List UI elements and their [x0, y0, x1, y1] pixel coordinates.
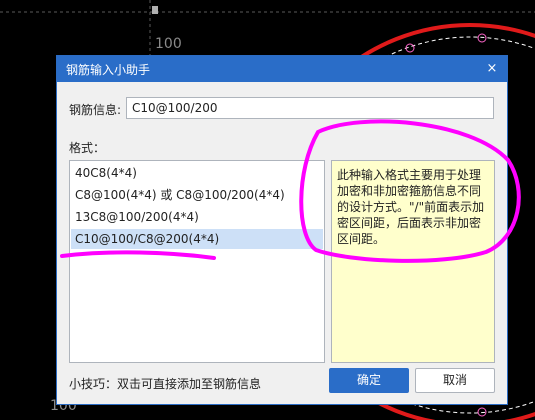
format-list[interactable]: 40C8(4*4) C8@100(4*4) 或 C8@100/200(4*4) …	[69, 160, 325, 363]
cad-dimension-label: 100	[155, 36, 182, 52]
rebar-info-label: 钢筋信息:	[69, 103, 122, 117]
format-list-item[interactable]: C8@100(4*4) 或 C8@100/200(4*4)	[71, 185, 323, 205]
dialog-title: 钢筋输入小助手	[66, 63, 151, 77]
rebar-input-dialog: 钢筋输入小助手 × 钢筋信息: C10@100/200 格式： 40C8(4*4…	[56, 55, 508, 405]
close-icon[interactable]: ×	[483, 60, 501, 78]
format-label: 格式：	[69, 141, 106, 155]
ok-button[interactable]: 确定	[329, 368, 409, 393]
cancel-button[interactable]: 取消	[415, 368, 495, 393]
format-list-item[interactable]: 13C8@100/200(4*4)	[71, 207, 323, 227]
tip-text: 小技巧：双击可直接添加至钢筋信息	[69, 377, 262, 391]
rebar-info-input[interactable]: C10@100/200	[126, 97, 494, 119]
dialog-titlebar[interactable]: 钢筋输入小助手 ×	[57, 56, 507, 82]
format-list-item[interactable]: 40C8(4*4)	[71, 163, 323, 183]
format-list-item-selected[interactable]: C10@100/C8@200(4*4)	[71, 229, 323, 249]
format-description: 此种输入格式主要用于处理加密和非加密箍筋信息不同的设计方式。"/"前面表示加密区…	[331, 160, 495, 363]
